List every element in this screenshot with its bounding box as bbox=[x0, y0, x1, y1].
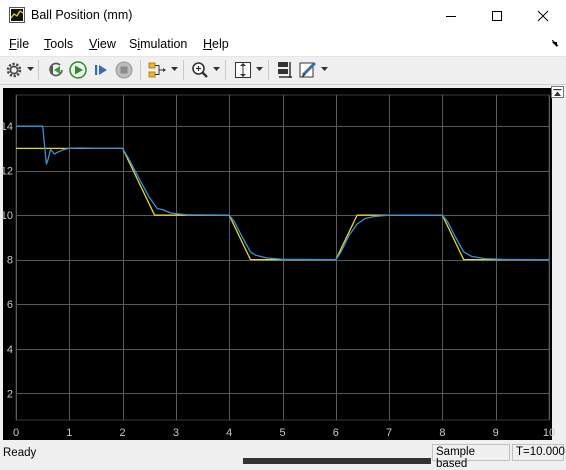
toolbar-separator bbox=[225, 60, 226, 80]
stop-button[interactable] bbox=[113, 59, 135, 81]
y-tick-label: 2 bbox=[7, 388, 13, 400]
x-tick-label: 5 bbox=[279, 427, 285, 439]
taskbar-strip bbox=[243, 458, 431, 464]
maximize-button[interactable] bbox=[474, 0, 520, 32]
title-bar: Ball Position (mm) bbox=[0, 0, 566, 32]
x-tick-label: 1 bbox=[66, 427, 72, 439]
x-tick-label: 7 bbox=[386, 427, 392, 439]
simulation-time: T=10.000 bbox=[512, 444, 565, 461]
close-button[interactable] bbox=[520, 0, 566, 32]
zoom-button[interactable] bbox=[189, 59, 211, 81]
menu-bar: File Tools View Simulation Help bbox=[0, 32, 566, 57]
zoom-icon bbox=[192, 62, 208, 78]
x-tick-label: 9 bbox=[493, 427, 499, 439]
highlight-button[interactable] bbox=[297, 59, 319, 81]
scope-app-icon bbox=[9, 7, 25, 23]
cursor-measure-icon bbox=[278, 62, 292, 78]
menu-simulation[interactable]: Simulation bbox=[129, 37, 187, 51]
minimize-button[interactable] bbox=[428, 0, 474, 32]
x-tick-label: 4 bbox=[226, 427, 232, 439]
x-tick-label: 2 bbox=[120, 427, 126, 439]
step-back-button[interactable] bbox=[45, 59, 67, 81]
run-button[interactable] bbox=[67, 59, 89, 81]
menu-view[interactable]: View bbox=[89, 37, 116, 51]
toolbar-separator bbox=[268, 60, 269, 80]
y-tick-label: 14 bbox=[1, 121, 13, 133]
toolbar bbox=[0, 57, 566, 83]
window-title: Ball Position (mm) bbox=[31, 8, 133, 22]
toolbar-separator bbox=[183, 60, 184, 80]
zoom-dropdown-icon[interactable] bbox=[213, 67, 220, 72]
y-tick-label: 12 bbox=[1, 166, 13, 178]
y-tick-label: 8 bbox=[7, 255, 13, 267]
scope-display-area: 0 1 2 3 4 5 6 7 8 9 10 2 4 6 8 10 12 14 bbox=[0, 84, 566, 443]
x-tick-label: 6 bbox=[333, 427, 339, 439]
y-tick-label: 10 bbox=[1, 210, 13, 222]
step-forward-icon bbox=[95, 65, 107, 75]
settings-gear-icon bbox=[6, 62, 22, 78]
status-ready: Ready bbox=[3, 447, 37, 459]
toolbar-separator bbox=[140, 60, 141, 80]
expand-icon bbox=[553, 89, 562, 96]
x-tick-label: 10 bbox=[543, 427, 555, 439]
x-tick-label: 8 bbox=[439, 427, 445, 439]
scope-plot[interactable]: 0 1 2 3 4 5 6 7 8 9 102468101214 bbox=[0, 85, 566, 443]
y-tick-label: 6 bbox=[7, 299, 13, 311]
menu-help[interactable]: Help bbox=[203, 37, 229, 51]
step-back-icon bbox=[49, 62, 63, 77]
scope-background bbox=[3, 88, 552, 440]
settings-dropdown-icon[interactable] bbox=[27, 67, 34, 72]
highlight-icon bbox=[299, 61, 317, 78]
dock-arrow-icon[interactable] bbox=[552, 40, 559, 47]
sample-mode-indicator: Sample based bbox=[432, 444, 510, 470]
close-icon bbox=[537, 10, 549, 22]
highlight-dropdown-icon[interactable] bbox=[321, 67, 328, 72]
scale-axes-icon bbox=[235, 62, 251, 78]
toolbar-separator bbox=[38, 60, 39, 80]
y-tick-label: 4 bbox=[7, 344, 13, 356]
signal-selector-icon bbox=[148, 62, 166, 78]
x-tick-label: 3 bbox=[173, 427, 179, 439]
cursor-measure-button[interactable] bbox=[274, 59, 296, 81]
expand-plot-button[interactable] bbox=[551, 86, 564, 98]
menu-file[interactable]: File bbox=[9, 37, 29, 51]
signal-selector-dropdown-icon[interactable] bbox=[171, 67, 178, 72]
step-forward-button[interactable] bbox=[90, 59, 112, 81]
x-tick-label: 0 bbox=[13, 427, 19, 439]
scale-axes-button[interactable] bbox=[232, 59, 254, 81]
stop-icon bbox=[115, 61, 133, 79]
scale-axes-dropdown-icon[interactable] bbox=[256, 67, 263, 72]
settings-button[interactable] bbox=[3, 59, 25, 81]
menu-tools[interactable]: Tools bbox=[44, 37, 73, 51]
run-icon bbox=[69, 61, 87, 79]
minimize-icon bbox=[446, 16, 456, 17]
signal-selector-button[interactable] bbox=[146, 59, 168, 81]
maximize-icon bbox=[492, 11, 502, 21]
